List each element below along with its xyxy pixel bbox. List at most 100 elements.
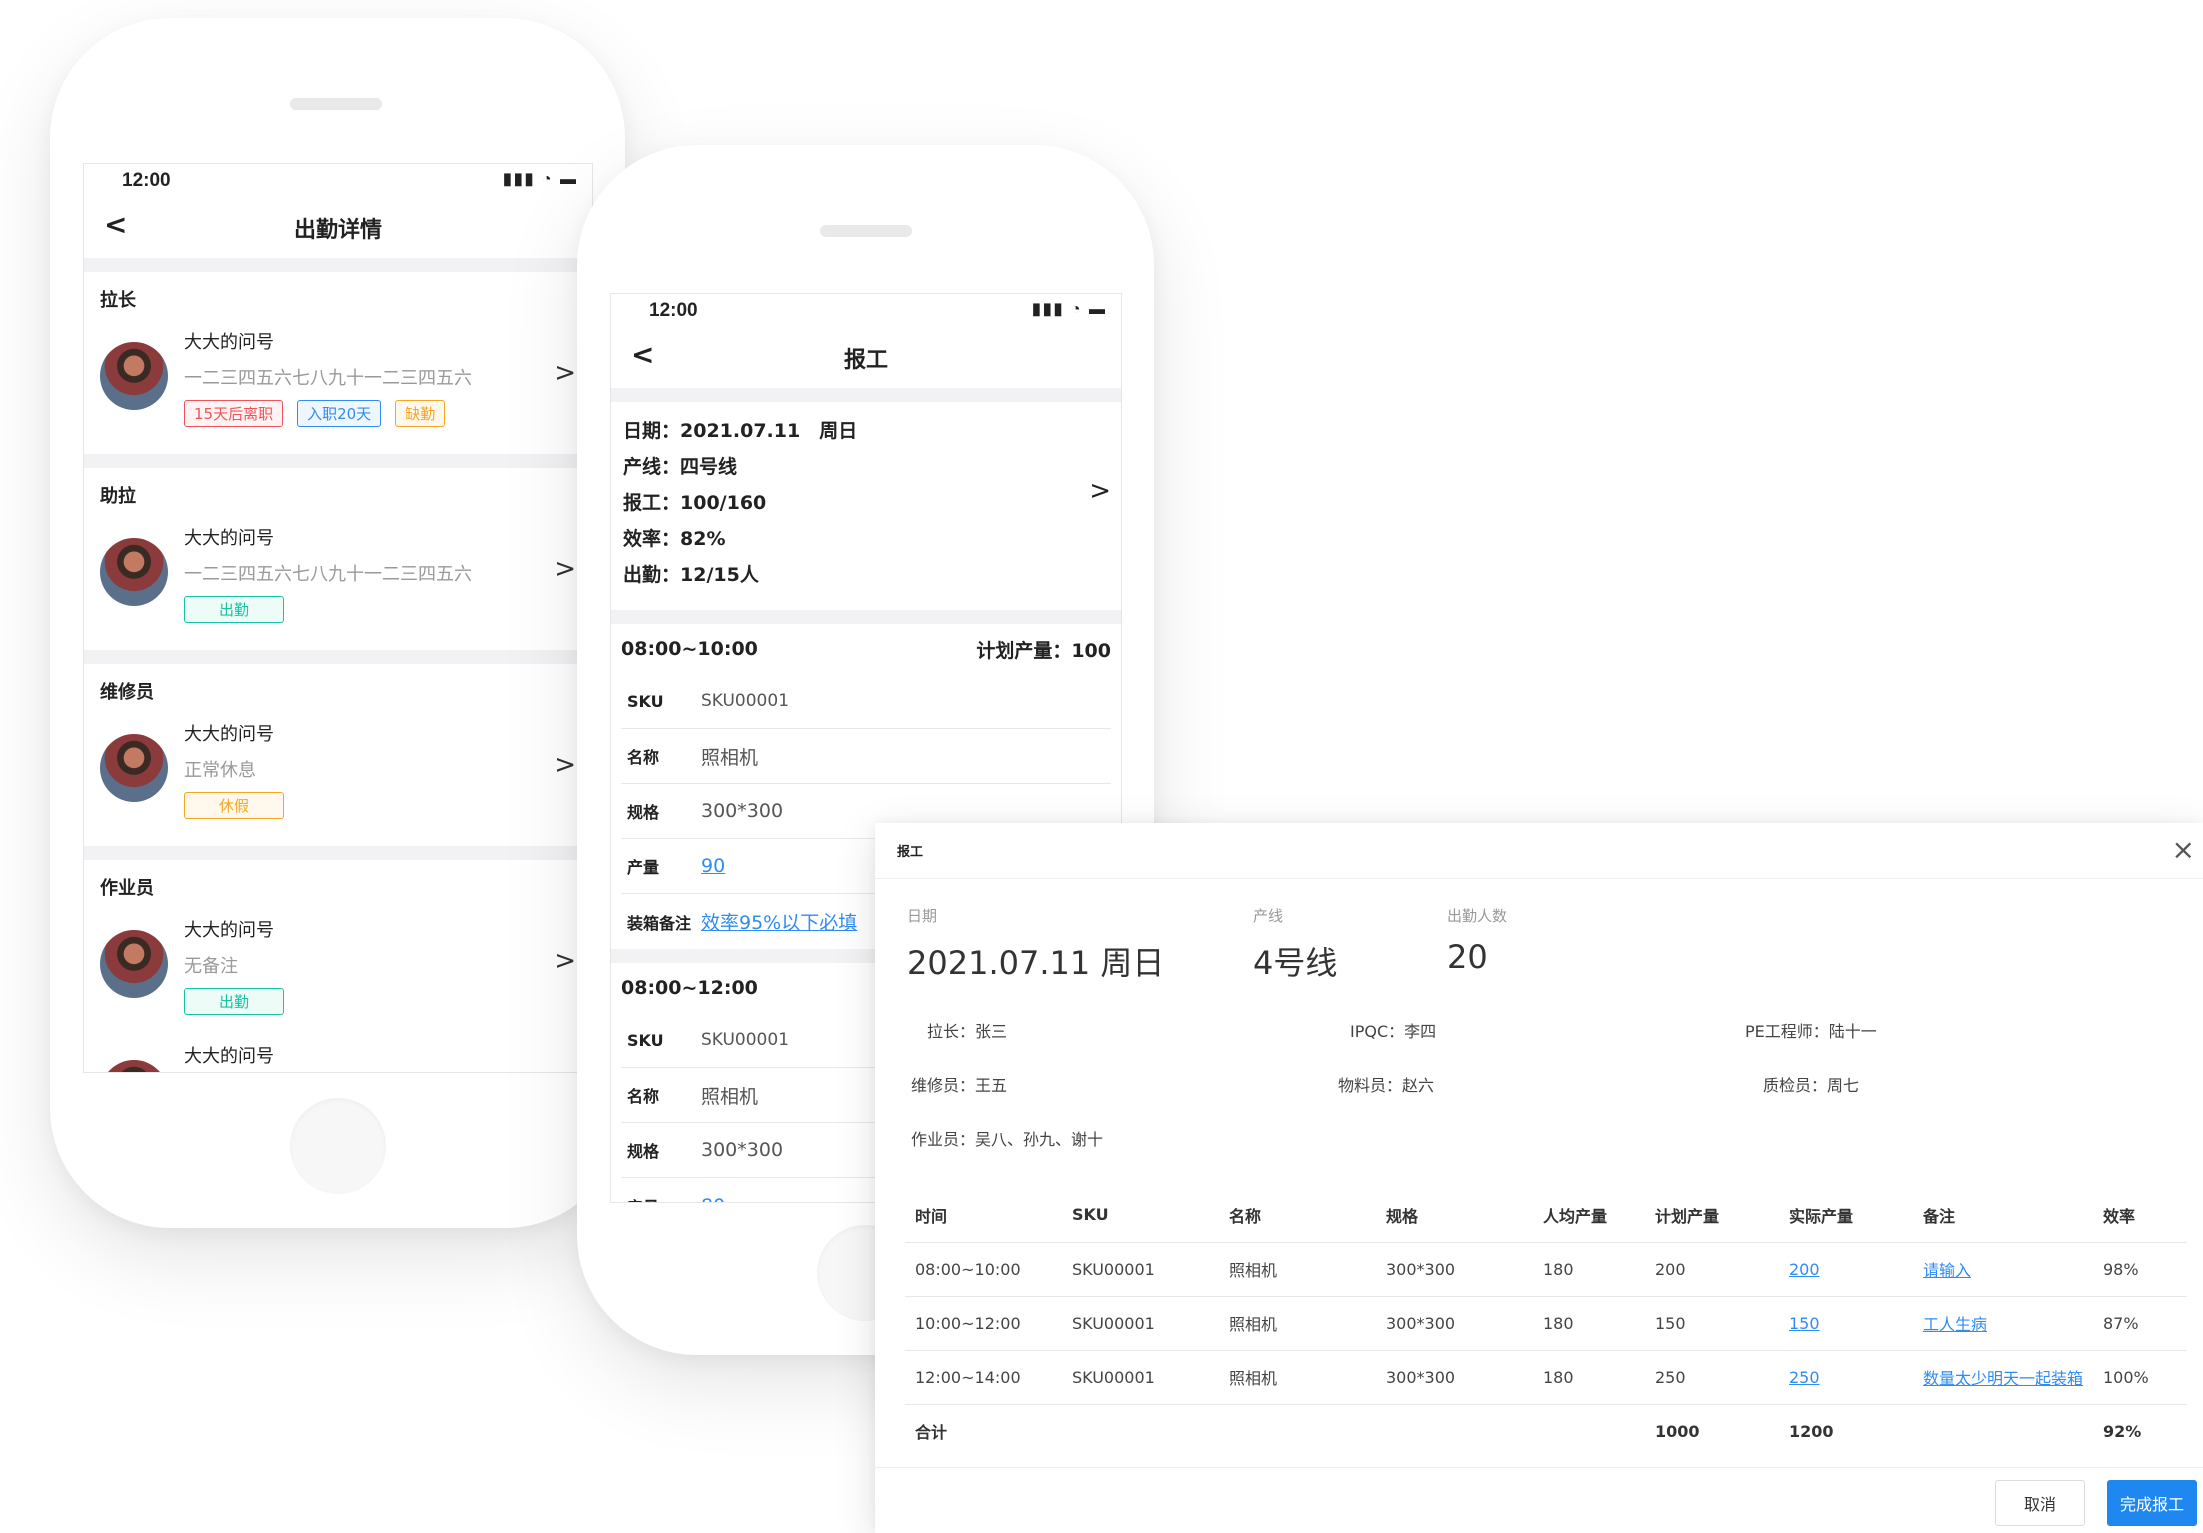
table-cell: SKU00001 [1062,1350,1219,1405]
column-header: 计划产量 [1645,1188,1779,1243]
dialog-title: 报工 [897,845,924,860]
person-name: 大大的问号 [184,724,274,745]
field-value: SKU00001 [701,691,790,711]
table-cell [1062,1404,1219,1458]
status-badge: 出勤 [184,596,284,623]
page-title: 出勤详情 [293,218,382,243]
page-title: 报工 [843,348,888,373]
table-cell: 100% [2093,1350,2187,1405]
field-label: SKU [627,691,664,711]
remark-link[interactable]: 数量太少明天一起装箱 [1913,1350,2093,1405]
dialog-header: 报工 × [875,823,2203,879]
person-name: 大大的问号 [184,1046,274,1067]
attendance-item[interactable]: 助拉 大大的问号 一二三四五六七八九十一二三四五六 出勤 > [84,468,592,650]
status-time: 12:00 [649,300,698,321]
table-cell: 180 [1533,1350,1645,1405]
total-label: 合计 [915,1423,948,1443]
slot-time: 08:00~12:00 [621,977,758,999]
report-summary[interactable]: 日期：2021.07.11 周日 产线：四号线 报工：100/160 效率：82… [611,402,1121,610]
actual-output-link[interactable]: 200 [1779,1242,1913,1297]
table-cell: 照相机 [1219,1296,1376,1351]
chevron-right-icon[interactable]: > [554,554,576,584]
actual-output-link[interactable]: 250 [1779,1350,1913,1405]
avatar [100,342,168,410]
signal-wifi-battery-icon: ▮▮▮ ◔ ▬ [1032,301,1107,318]
actual-output-link[interactable]: 150 [1779,1296,1913,1351]
attendance-item[interactable]: 大大的问号 [84,1042,592,1072]
attendance-item[interactable]: 拉长 大大的问号 一二三四五六七八九十一二三四五六 15天后离职 入职20天 缺… [84,272,592,454]
table-cell: 98% [2093,1242,2187,1297]
column-header: 规格 [1376,1188,1533,1243]
chevron-right-icon[interactable]: > [554,946,576,976]
status-tags: 出勤 [184,988,284,1015]
output-input[interactable]: 90 [701,855,725,877]
chevron-right-icon[interactable]: > [554,750,576,780]
table-cell: 87% [2093,1296,2187,1351]
total-plan: 1000 [1655,1421,1700,1441]
attendance-item[interactable]: 维修员 大大的问号 正常休息 休假 > [84,664,592,846]
avatar [100,930,168,998]
submit-report-button[interactable]: 完成报工 [2107,1480,2197,1526]
status-badge: 15天后离职 [184,400,284,427]
date-label: 日期 [907,907,938,925]
person-note: 一二三四五六七八九十一二三四五六 [184,368,472,389]
field-label: SKU [627,1030,664,1050]
table-cell: 10:00~12:00 [905,1296,1062,1351]
output-input[interactable]: 80 [701,1195,725,1203]
chevron-right-icon[interactable]: > [1089,476,1111,506]
staff-workers: 作业员：吴八、孙九、谢十 [911,1130,1104,1149]
status-badge: 休假 [184,792,284,819]
table-cell: 300*300 [1376,1350,1533,1405]
staff-leader: 拉长：张三 [927,1022,1008,1041]
avatar [100,734,168,802]
summary-efficiency: 效率：82% [623,528,726,550]
column-header: 效率 [2093,1188,2187,1243]
packing-note-input[interactable]: 效率95%以下必填 [701,908,857,935]
person-name: 大大的问号 [184,528,274,549]
role-label: 维修员 [100,682,154,703]
table-cell: 08:00~10:00 [905,1242,1062,1297]
field-label: 规格 [627,1142,660,1161]
table-cell: 180 [1533,1296,1645,1351]
table-cell: 300*300 [1376,1242,1533,1297]
cancel-button[interactable]: 取消 [1995,1480,2085,1526]
table-row: 08:00~10:00 SKU00001 照相机 300*300 180 200… [905,1242,2187,1297]
remark-link[interactable]: 请输入 [1913,1242,2093,1297]
column-header: 名称 [1219,1188,1376,1243]
table-cell: 照相机 [1219,1350,1376,1405]
line-value: 4号线 [1253,944,1338,982]
total-efficiency: 92% [2103,1421,2142,1441]
summary-attendance: 出勤：12/15人 [623,564,759,586]
column-header: 时间 [905,1188,1062,1243]
status-bar: 12:00 ▮▮▮ ◔ ▬ [84,164,592,196]
table-cell: 照相机 [1219,1242,1376,1297]
remark-link[interactable]: 工人生病 [1913,1296,2093,1351]
slot-time: 08:00~10:00 [621,638,758,660]
role-label: 助拉 [100,486,136,507]
summary-date: 日期：2021.07.11 周日 [623,420,858,442]
person-note: 无备注 [184,956,238,977]
summary-report: 报工：100/160 [623,492,767,514]
slot-row: SKU SKU00001 [621,674,1111,729]
phone-speaker [820,225,912,237]
table-cell: 250 [1645,1350,1779,1405]
status-badge: 出勤 [184,988,284,1015]
table-cell [1219,1404,1376,1458]
close-icon[interactable]: × [2172,833,2195,866]
table-row: 10:00~12:00 SKU00001 照相机 300*300 180 150… [905,1296,2187,1351]
dialog-footer: 取消 完成报工 [875,1467,2203,1533]
total-actual: 1200 [1789,1421,1834,1441]
attendance-item[interactable]: 作业员 大大的问号 无备注 出勤 > [84,860,592,1042]
field-value: SKU00001 [701,1030,790,1050]
role-label: 拉长 [100,290,136,311]
status-time: 12:00 [122,170,171,191]
status-badge: 入职20天 [297,400,382,427]
slot-plan: 计划产量：100 [976,639,1111,662]
field-label: 产量 [621,1194,701,1203]
status-bar: 12:00 ▮▮▮ ◔ ▬ [611,294,1121,326]
nav-bar: < 报工 [611,326,1121,388]
table-cell [1376,1404,1533,1458]
table-row: 12:00~14:00 SKU00001 照相机 300*300 180 250… [905,1350,2187,1405]
status-badge: 缺勤 [395,400,446,427]
chevron-right-icon[interactable]: > [554,358,576,388]
